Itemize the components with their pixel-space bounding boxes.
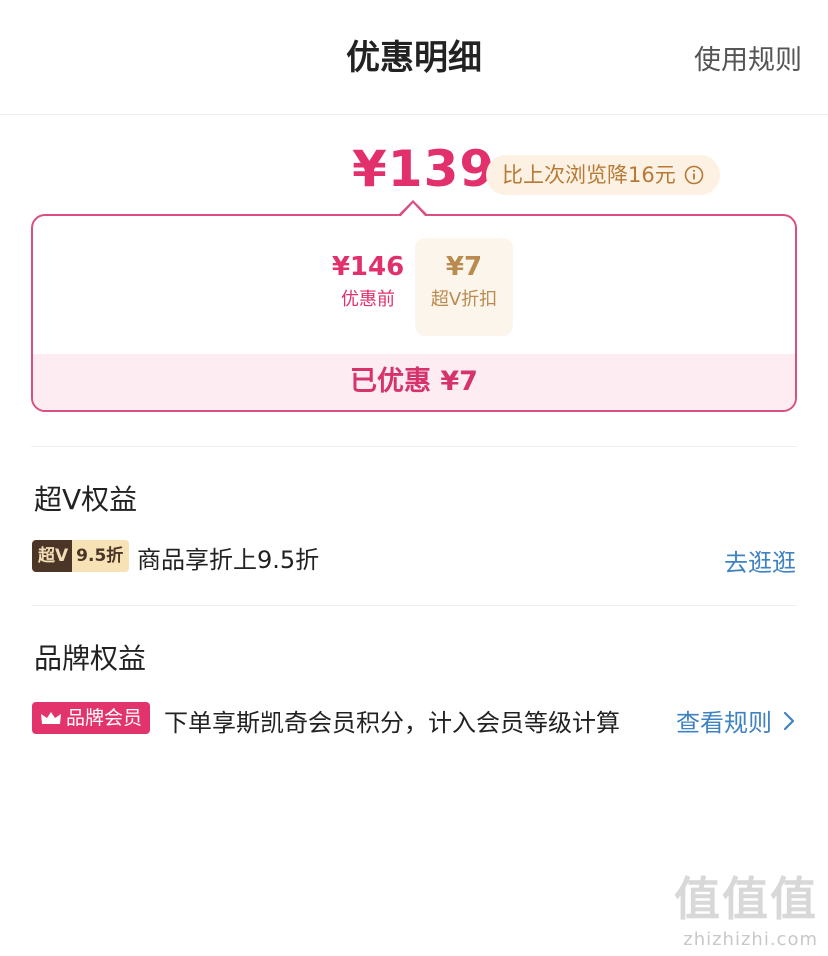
brand-benefit-text: 下单享斯凯奇会员积分，计入会员等级计算 xyxy=(164,709,620,737)
brand-member-badge: 品牌会员 xyxy=(32,702,151,734)
discount-label: 超V折扣 xyxy=(430,289,498,310)
discount-breakdown-card: ¥146 优惠前 - ¥7 超V折扣 已优惠 ¥7 xyxy=(31,214,797,412)
total-saved-bar: 已优惠 ¥7 xyxy=(33,354,795,410)
super-v-discount-block: ¥7 超V折扣 xyxy=(415,238,513,336)
super-v-benefit-text: 商品享折上9.5折 xyxy=(137,546,320,574)
super-v-badge-right: 9.5折 xyxy=(72,540,130,572)
price-drop-badge[interactable]: 比上次浏览降16元 xyxy=(486,155,720,195)
final-price: ¥139 xyxy=(352,140,496,198)
brand-member-badge-label: 品牌会员 xyxy=(66,707,143,729)
original-price: ¥146 xyxy=(331,252,405,282)
section-divider xyxy=(31,446,797,447)
original-price-block: ¥146 优惠前 xyxy=(318,252,418,311)
watermark-glyphs: 值值值 xyxy=(674,872,818,926)
browse-link[interactable]: 去逛逛 xyxy=(724,543,796,578)
usage-rules-link[interactable]: 使用规则 xyxy=(694,38,802,77)
super-v-badge: 超V 9.5折 xyxy=(32,540,130,572)
discount-amount: ¥7 xyxy=(445,252,483,282)
section-divider xyxy=(31,605,797,606)
watermark-url: zhizhizhi.com xyxy=(683,929,818,950)
crown-icon xyxy=(41,712,61,724)
chevron-right-icon xyxy=(783,711,795,730)
info-circle-icon[interactable] xyxy=(684,165,704,185)
super-v-section-title: 超V权益 xyxy=(34,483,138,516)
price-drop-text: 比上次浏览降16元 xyxy=(502,163,676,187)
view-rules-label: 查看规则 xyxy=(676,709,772,737)
super-v-badge-left: 超V xyxy=(32,540,73,572)
brand-section-title: 品牌权益 xyxy=(34,642,147,675)
original-price-label: 优惠前 xyxy=(341,289,395,310)
header-bar: 优惠明细 使用规则 xyxy=(0,0,828,115)
view-rules-link[interactable]: 查看规则 xyxy=(676,703,796,738)
watermark: 值值值 zhizhizhi.com xyxy=(674,863,818,950)
